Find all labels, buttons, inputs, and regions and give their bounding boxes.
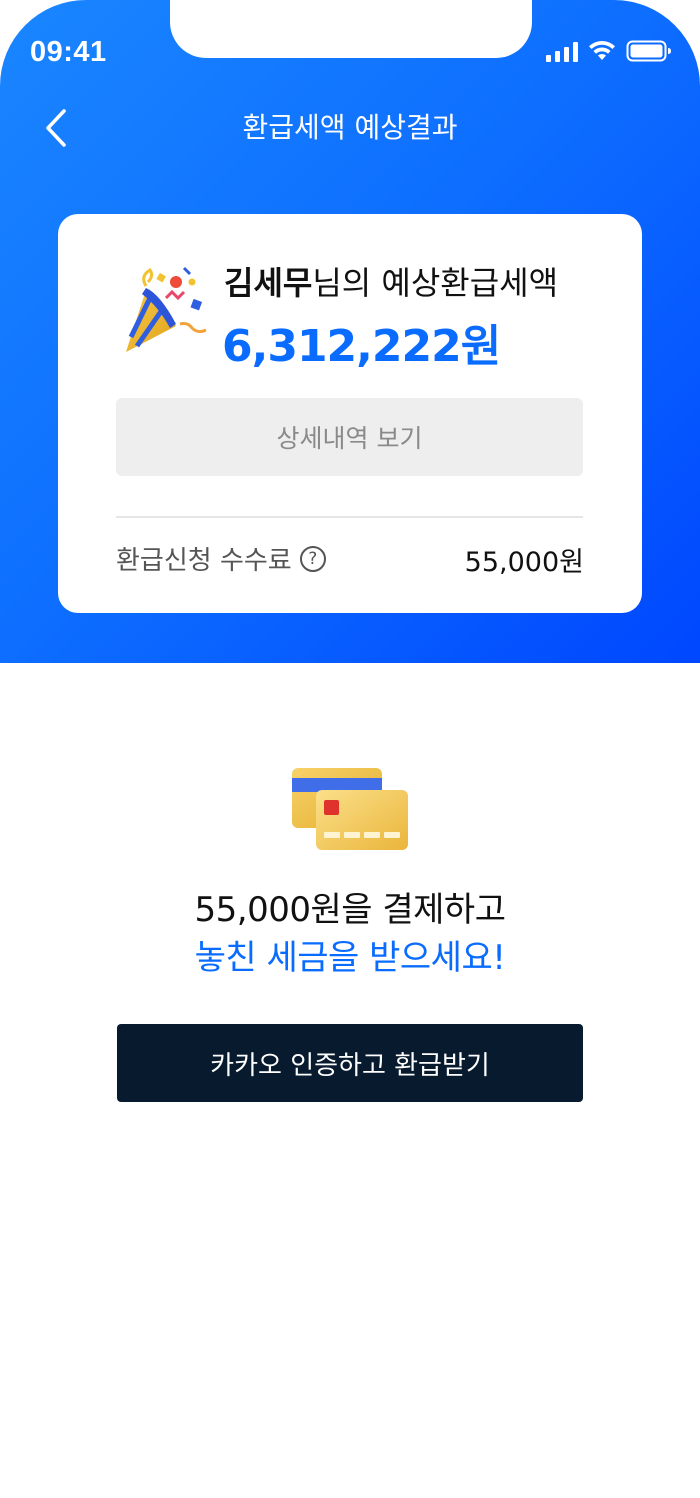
battery-icon: [626, 40, 672, 62]
fee-value: 55,000원: [464, 547, 584, 578]
phone-screen: 09:41 환급세액 예상결과 김세무님의 예상환급세액 6,312,222원 …: [0, 0, 700, 1498]
user-name: 김세무: [224, 264, 313, 302]
credit-cards-icon: [290, 766, 412, 854]
promo-line-1: 55,000원을 결제하고: [194, 890, 506, 930]
signal-icon: [546, 40, 578, 62]
fee-row-label: 환급신청 수수료 ?: [116, 540, 326, 577]
view-details-button[interactable]: 상세내역 보기: [116, 398, 583, 476]
wifi-icon: [588, 40, 616, 62]
status-time: 09:41: [30, 36, 107, 68]
owner-label-suffix: 님의 예상환급세액: [312, 264, 559, 302]
hero-header: 09:41 환급세액 예상결과 김세무님의 예상환급세액 6,312,222원 …: [0, 0, 700, 663]
status-icons: [546, 40, 672, 62]
refund-amount: 6,312,222원: [222, 321, 501, 372]
promo-line-2: 놓친 세금을 받으세요!: [194, 938, 506, 978]
help-icon[interactable]: ?: [299, 545, 326, 572]
fee-label: 환급신청 수수료: [116, 546, 292, 576]
device-notch: [170, 0, 532, 58]
refund-summary-card: 김세무님의 예상환급세액 6,312,222원 상세내역 보기 환급신청 수수료…: [58, 214, 642, 613]
kakao-auth-refund-button[interactable]: 카카오 인증하고 환급받기: [117, 1024, 583, 1102]
page-title: 환급세액 예상결과: [242, 111, 458, 144]
refund-owner-label: 김세무님의 예상환급세액: [224, 258, 558, 304]
divider: [116, 516, 583, 518]
party-popper-icon: [120, 264, 214, 360]
